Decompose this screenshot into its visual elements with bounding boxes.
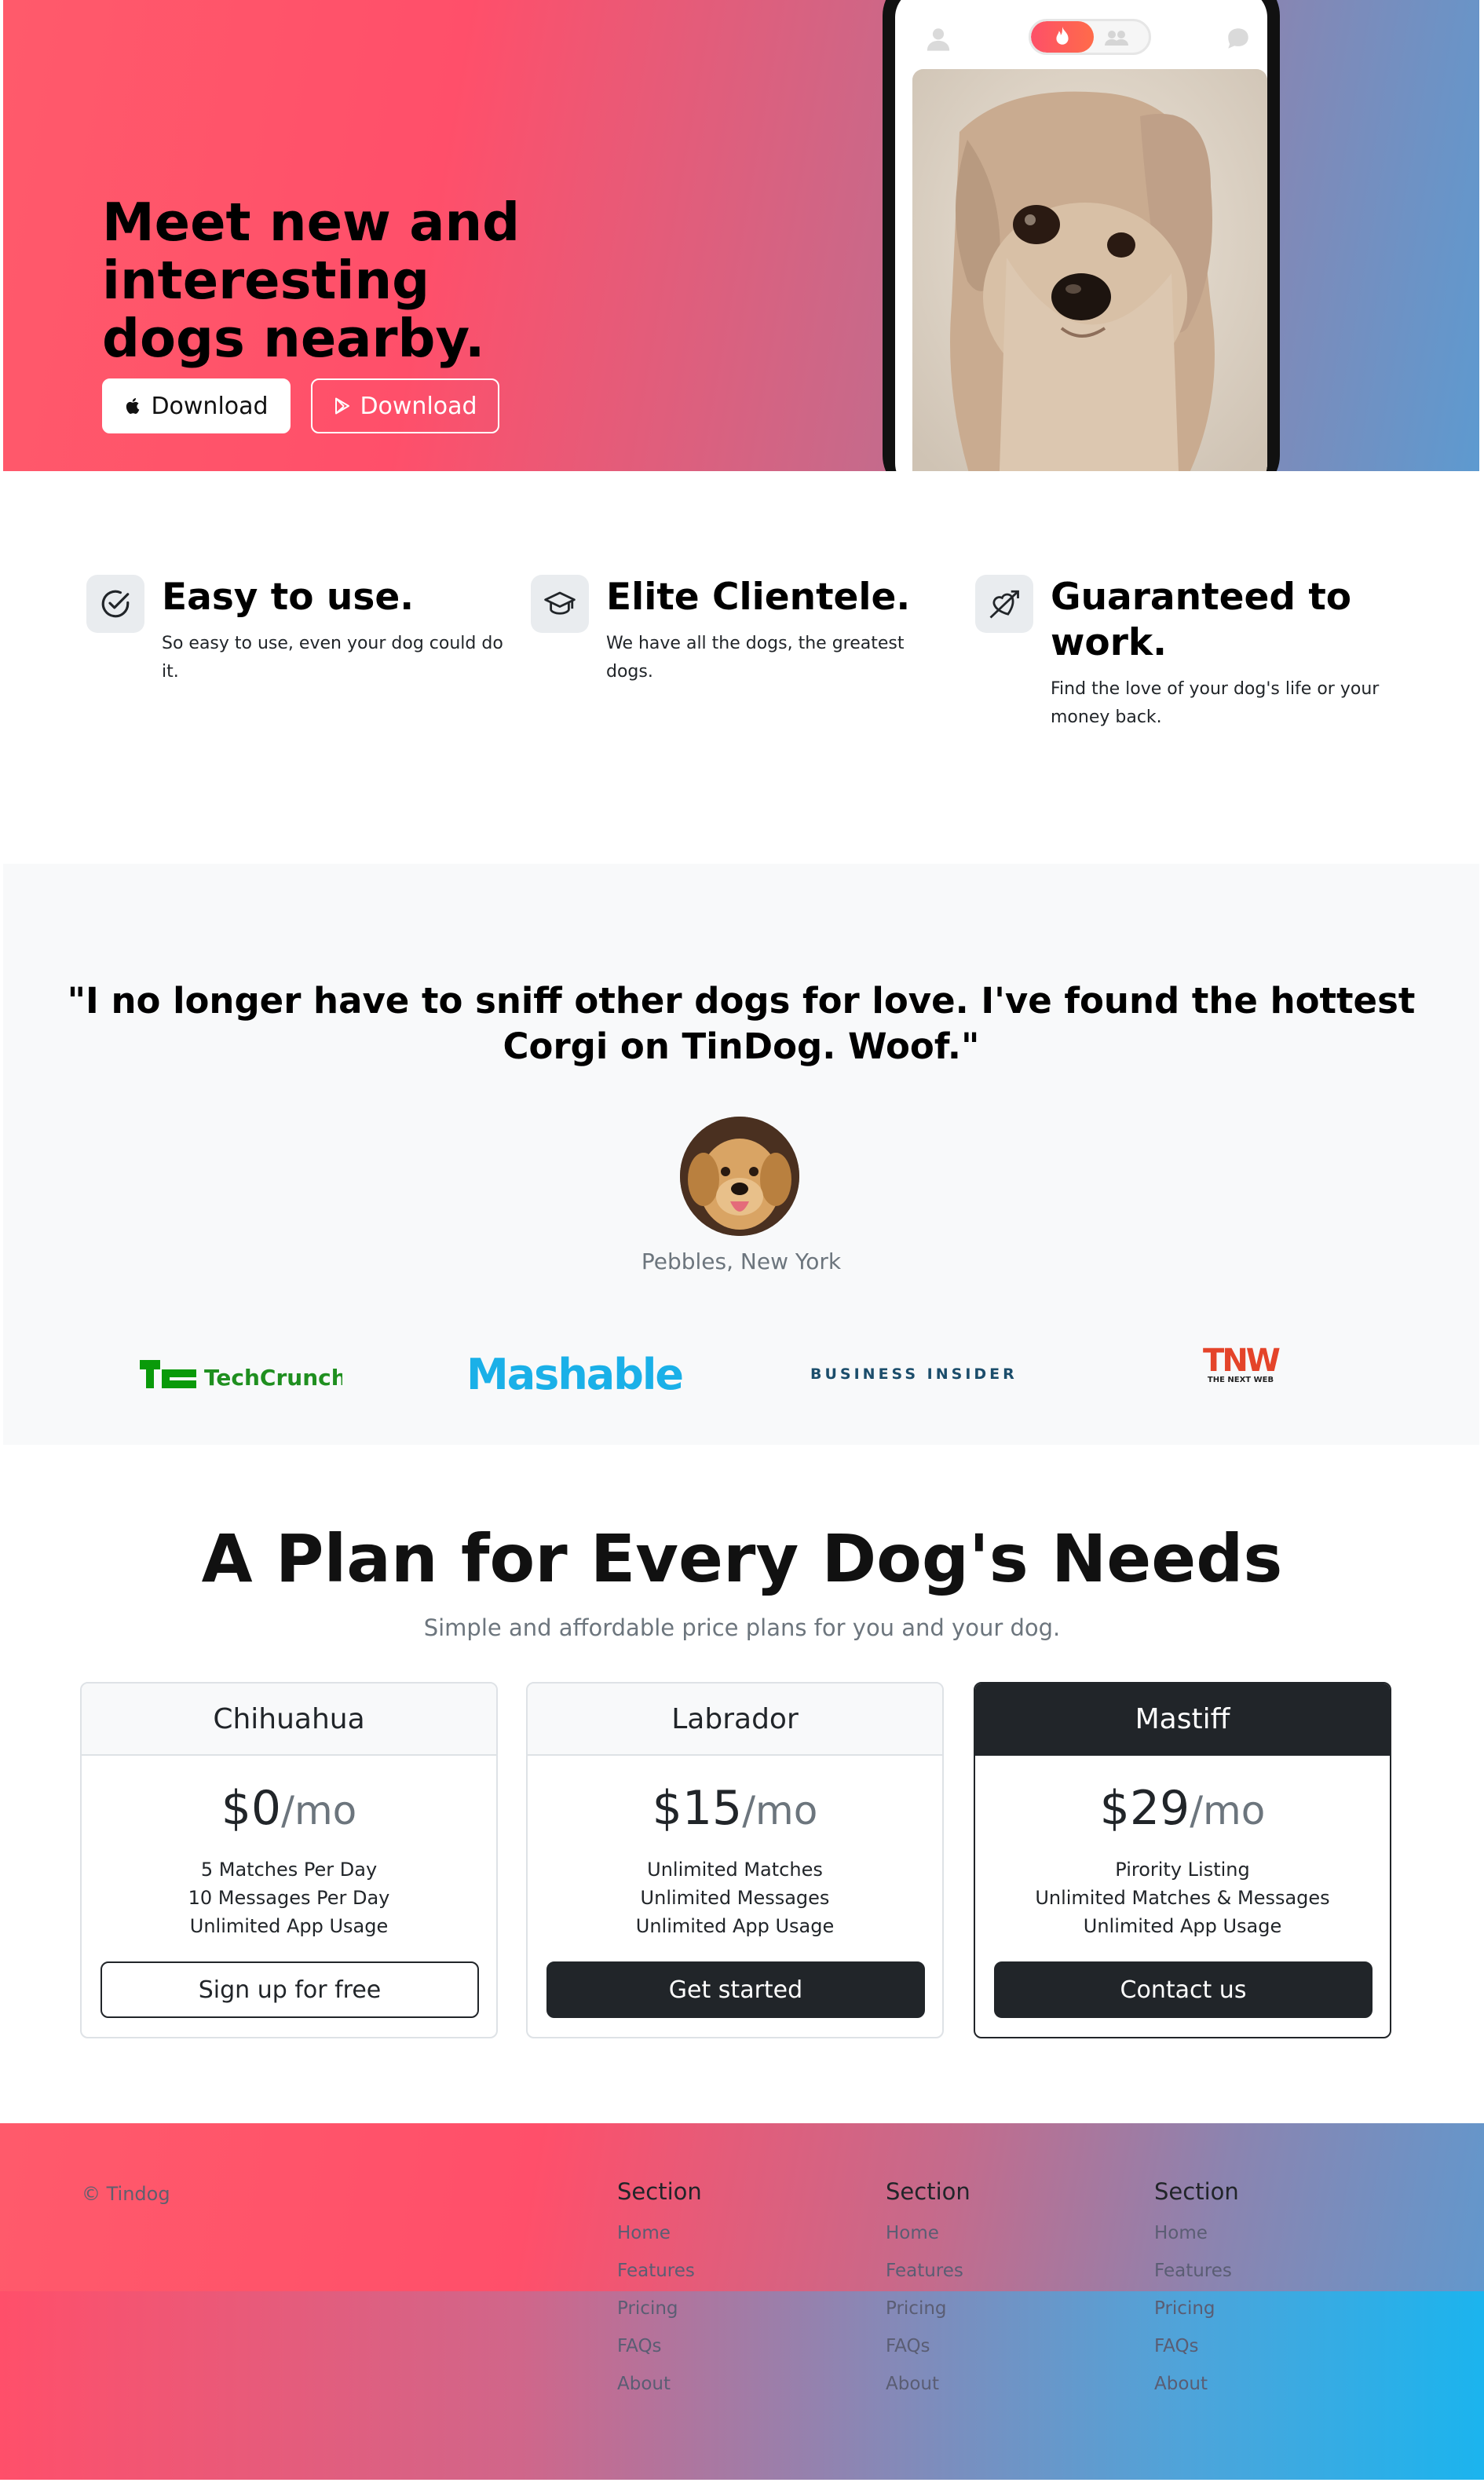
dog-photo [912,69,1267,471]
plan-price: $0/mo [82,1779,496,1840]
footer-link-features[interactable]: Features [1154,2252,1390,2290]
avatar [680,1117,799,1236]
plan-feature: Unlimited Messages [640,1887,830,1909]
footer-column-heading: Section [886,2178,970,2205]
tnw-tagline: THE NEXT WEB [1208,1376,1274,1384]
feature-title: Guaranteed to work. [1051,576,1352,664]
footer-link-pricing[interactable]: Pricing [886,2290,1121,2327]
app-mode-toggle[interactable] [1029,19,1151,55]
download-apple-label: Download [151,392,269,420]
plan-feature-list: Unlimited Matches Unlimited Messages Unl… [528,1855,942,1940]
footer-link-pricing[interactable]: Pricing [1154,2290,1390,2327]
pricing-title: A Plan for Every Dog's Needs [201,1520,1283,1597]
mashable-logo: Mashable [466,1349,684,1399]
footer-column: Section Home Features Pricing FAQs About [886,2178,1121,2403]
tnw-wordmark: TNW [1203,1343,1280,1379]
footer-link-home[interactable]: Home [886,2214,1121,2252]
footer-link-pricing[interactable]: Pricing [617,2290,853,2327]
plan-price-amount: $29 [1099,1781,1190,1836]
testimonial-quote: "I no longer have to sniff other dogs fo… [67,980,1416,1067]
plan-feature: Unlimited App Usage [635,1915,835,1937]
plan-feature-list: Pirority Listing Unlimited Matches & Mes… [975,1855,1390,1940]
download-play-label: Download [360,392,477,420]
footer-link-home[interactable]: Home [1154,2214,1390,2252]
plan-feature: Unlimited App Usage [1083,1915,1282,1937]
plan-feature: Pirority Listing [1115,1859,1250,1881]
footer-link-about[interactable]: About [886,2365,1121,2403]
check-circle-icon [101,590,130,618]
plan-name: Mastiff [975,1684,1390,1756]
business-insider-wordmark: BUSINESS INSIDER [810,1365,1018,1383]
plan-price: $15/mo [528,1779,942,1840]
feature-description: We have all the dogs, the greatest dogs. [606,634,905,682]
plan-card-chihuahua: Chihuahua $0/mo 5 Matches Per Day 10 Mes… [80,1682,498,2038]
footer-link-about[interactable]: About [617,2365,853,2403]
footer-link-about[interactable]: About [1154,2365,1390,2403]
graduation-cap-icon [544,591,576,615]
google-play-icon [335,397,350,415]
testimonial-author: Pebbles, New York [641,1248,842,1274]
get-started-button[interactable]: Get started [546,1961,925,2018]
footer-link-features[interactable]: Features [617,2252,853,2290]
business-insider-logo: BUSINESS INSIDER [810,1351,1018,1398]
plan-card-labrador: Labrador $15/mo Unlimited Matches Unlimi… [526,1682,944,2038]
footer-column: Section Home Features Pricing FAQs About [617,2178,853,2403]
heart-arrow-icon [989,590,1019,619]
apple-icon [126,398,140,415]
footer-link-faqs[interactable]: FAQs [886,2327,1121,2365]
group-icon[interactable] [1103,27,1130,48]
footer-column: Section Home Features Pricing FAQs About [1154,2178,1390,2403]
testimonial-section: "I no longer have to sniff other dogs fo… [3,864,1479,1445]
plan-price-period: /mo [281,1788,357,1833]
plan-price-period: /mo [1190,1788,1266,1833]
hero-title: Meet new and interesting dogs nearby. [102,192,521,369]
plan-card-mastiff: Mastiff $29/mo Pirority Listing Unlimite… [974,1682,1391,2038]
plan-feature: Unlimited Matches [647,1859,823,1881]
plan-price-amount: $0 [221,1781,282,1836]
footer-link-home[interactable]: Home [617,2214,853,2252]
plan-name: Labrador [528,1684,942,1756]
feature-description: Find the love of your dog's life or your… [1051,679,1380,727]
techcrunch-wordmark: TechCrunch [204,1365,342,1391]
plan-price-amount: $15 [652,1781,743,1836]
feature-title: Elite Clientele. [606,576,911,619]
plan-feature-list: 5 Matches Per Day 10 Messages Per Day Un… [82,1855,496,1940]
phone-mockup [883,0,1280,471]
plan-name: Chihuahua [82,1684,496,1756]
hero-section: Meet new and interesting dogs nearby. Do… [3,0,1479,471]
feature-icon-box [86,575,144,633]
feature-title: Easy to use. [162,576,415,619]
copyright: © Tindog [82,2183,170,2205]
pricing-subtitle: Simple and affordable price plans for yo… [423,1614,1061,1641]
chat-icon [1228,28,1248,49]
contact-us-button[interactable]: Contact us [994,1961,1373,2018]
golden-retriever-image [680,1117,799,1236]
feature-icon-box [975,575,1033,633]
tnw-logo: TNW THE NEXT WEB [1197,1340,1285,1387]
dog-photo-illustration [912,69,1267,471]
plan-feature: Unlimited Matches & Messages [1035,1887,1330,1909]
user-icon [927,28,950,51]
footer-link-features[interactable]: Features [886,2252,1121,2290]
sign-up-button[interactable]: Sign up for free [101,1961,479,2018]
plan-feature: Unlimited App Usage [189,1915,389,1937]
footer-link-faqs[interactable]: FAQs [617,2327,853,2365]
download-apple-button[interactable]: Download [102,378,291,433]
flame-icon [1056,27,1069,45]
techcrunch-logo: TechCrunch [138,1351,342,1398]
feature-icon-box [531,575,589,633]
footer-link-faqs[interactable]: FAQs [1154,2327,1390,2365]
plan-price-period: /mo [742,1788,818,1833]
footer-column-heading: Section [617,2178,702,2205]
flame-toggle-option[interactable] [1031,21,1094,53]
plan-price: $29/mo [975,1779,1390,1840]
feature-description: So easy to use, even your dog could do i… [162,634,503,682]
footer: © Tindog Section Home Features Pricing F… [0,2123,1484,2480]
download-play-button[interactable]: Download [311,378,499,433]
plan-feature: 5 Matches Per Day [200,1859,378,1881]
footer-column-heading: Section [1154,2178,1239,2205]
mashable-wordmark: Mashable [466,1349,684,1399]
phone-screen [895,0,1267,471]
plan-feature: 10 Messages Per Day [188,1887,390,1909]
